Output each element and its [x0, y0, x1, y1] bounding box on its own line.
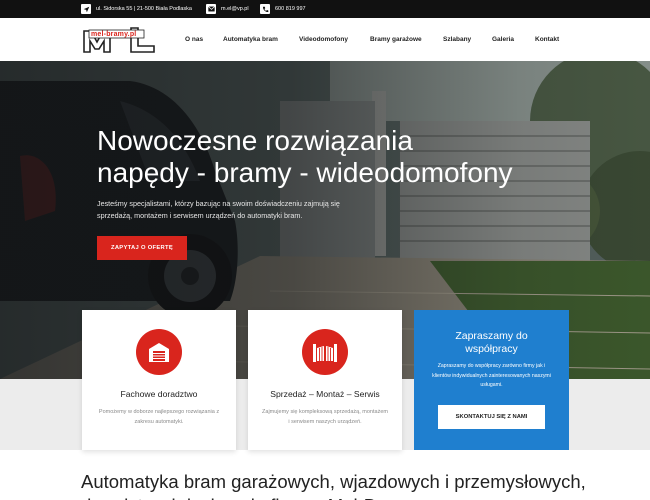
hero-title: Nowoczesne rozwiązania napędy - bramy - … — [97, 125, 557, 189]
site-header: mel-bramy.pl O nas Automatyka bram Video… — [0, 18, 650, 61]
address-text: ul. Sidorska 55 | 21-500 Biała Podlaska — [96, 6, 192, 12]
location-arrow-icon — [81, 4, 91, 14]
hero-title-line1: Nowoczesne rozwiązania — [97, 125, 413, 156]
phone-item[interactable]: 600 819 997 — [260, 3, 306, 15]
card-sales-title: Sprzedaż – Montaż – Serwis — [270, 389, 380, 399]
hero-description: Jesteśmy specjalistami, którzy bazując n… — [97, 199, 340, 220]
cooperation-title-line2: współpracy — [465, 343, 518, 355]
card-advice-title: Fachowe doradztwo — [120, 389, 198, 399]
nav-item-videodomofony[interactable]: Videodomofony — [299, 36, 348, 43]
nav-item-o-nas[interactable]: O nas — [185, 36, 203, 43]
garage-door-icon — [136, 329, 182, 375]
nav-item-automatyka-bram[interactable]: Automatyka bram — [223, 36, 278, 43]
cooperation-card: Zapraszamy do współpracy Zapraszamy do w… — [414, 310, 569, 450]
gate-icon — [302, 329, 348, 375]
email-item[interactable]: m.el@vp.pl — [206, 3, 249, 15]
cooperation-text: Zapraszamy do współpracy zarówno firmy j… — [432, 363, 551, 388]
cooperation-title-line1: Zapraszamy do — [455, 330, 528, 342]
nav-item-bramy-garazowe[interactable]: Bramy garażowe — [370, 36, 422, 43]
section-heading: Automatyka bram garażowych, wjazdowych i… — [81, 471, 586, 500]
hero-title-line2: napędy - bramy - wideodomofony — [97, 157, 513, 188]
site-logo[interactable]: mel-bramy.pl — [83, 25, 155, 53]
nav-item-kontakt[interactable]: Kontakt — [535, 36, 559, 43]
phone-icon — [260, 4, 270, 14]
contact-us-button[interactable]: SKONTAKTUJ SIĘ Z NAMI — [438, 405, 545, 429]
address-item: ul. Sidorska 55 | 21-500 Biała Podlaska — [81, 3, 192, 15]
nav-item-galeria[interactable]: Galeria — [492, 36, 514, 43]
logo-text: mel-bramy.pl — [91, 30, 137, 38]
envelope-icon — [206, 4, 216, 14]
nav-item-szlabany[interactable]: Szlabany — [443, 36, 471, 43]
ask-for-offer-button[interactable]: ZAPYTAJ O OFERTĘ — [97, 236, 187, 260]
cooperation-title: Zapraszamy do współpracy — [414, 330, 569, 356]
card-advice: Fachowe doradztwo Pomożemy w doborze naj… — [82, 310, 236, 450]
email-link[interactable]: m.el@vp.pl — [221, 6, 249, 12]
card-advice-text: Pomożemy w doborze najlepszego rozwiązan… — [98, 409, 220, 425]
card-sales-service: Sprzedaż – Montaż – Serwis Zajmujemy się… — [248, 310, 402, 450]
phone-link[interactable]: 600 819 997 — [275, 6, 306, 12]
top-contact-bar: ul. Sidorska 55 | 21-500 Biała Podlaska … — [0, 0, 650, 18]
card-sales-text: Zajmujemy się kompleksową sprzedażą, mon… — [262, 409, 388, 425]
